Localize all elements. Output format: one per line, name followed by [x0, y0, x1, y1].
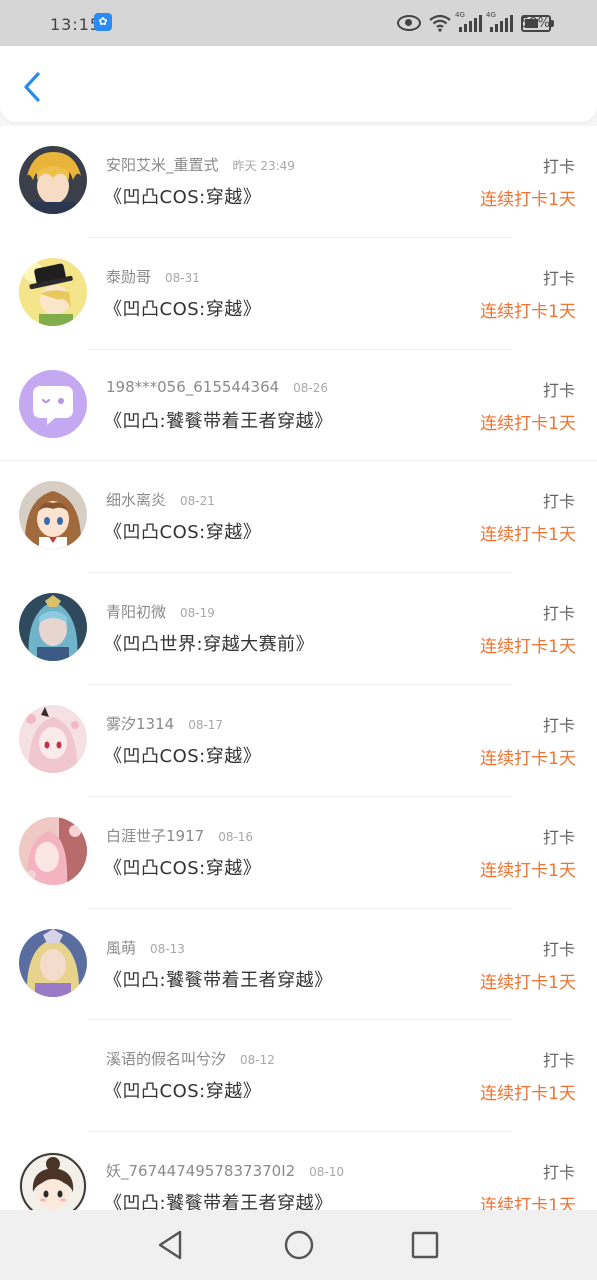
user-name: 青阳初微 08-19	[106, 603, 215, 622]
checkin-date: 08-12	[240, 1053, 275, 1068]
list-item[interactable]: 雾汐1314 08-17 《凹凸COS:穿越》 打卡 连续打卡1天	[0, 685, 597, 797]
checkin-label: 打卡	[542, 492, 575, 512]
status-bar: 13:15 ✿ 4G 4G 59%	[0, 0, 597, 46]
streak-label: 连续打卡1天	[480, 190, 576, 210]
checkin-date: 08-31	[165, 270, 200, 285]
checkin-label: 打卡	[542, 1163, 575, 1183]
list-item[interactable]: 白涯世子1917 08-16 《凹凸COS:穿越》 打卡 连续打卡1天	[0, 797, 597, 909]
avatar[interactable]	[19, 816, 87, 885]
work-title[interactable]: 《凹凸COS:穿越》	[104, 854, 261, 880]
streak-label: 连续打卡1天	[480, 1196, 576, 1210]
checkin-label: 打卡	[542, 157, 575, 176]
checkin-label: 打卡	[542, 380, 575, 400]
avatar[interactable]	[19, 146, 87, 214]
page-header	[0, 46, 597, 122]
app-notification-icon: ✿	[94, 13, 112, 31]
circle-home-icon[interactable]	[282, 1228, 316, 1262]
work-title[interactable]: 《凹凸世界:穿越大赛前》	[104, 630, 314, 656]
user-name: 溪语的假名叫兮汐 08-12	[106, 1050, 275, 1069]
checkin-label: 打卡	[542, 939, 575, 959]
avatar[interactable]	[19, 257, 87, 326]
checkin-date: 昨天 23:49	[232, 159, 295, 173]
checkin-date: 08-16	[218, 829, 254, 844]
user-name: 安阳艾米_重置式 昨天 23:49	[106, 156, 295, 174]
list-item[interactable]: 妖_7674474957837370I2 08-10 《凹凸:饕餮带着王者穿越》 …	[0, 1132, 597, 1210]
list-item[interactable]: 198***056_615544364 08-26 《凹凸:饕餮带着王者穿越》 打…	[0, 350, 597, 462]
list-item[interactable]: 泰勋哥 08-31 《凹凸COS:穿越》 打卡 连续打卡1天	[0, 238, 597, 350]
checkin-label: 打卡	[542, 604, 575, 624]
battery-percent: 59%	[521, 16, 550, 31]
avatar[interactable]	[19, 704, 87, 773]
eye-comfort-icon	[397, 15, 421, 31]
system-nav-bar	[0, 1210, 597, 1280]
square-recents-icon[interactable]	[408, 1228, 442, 1262]
signal-icon-1: 4G	[455, 11, 482, 32]
work-title[interactable]: 《凹凸:饕餮带着王者穿越》	[104, 966, 333, 992]
network-type-label: 4G	[486, 11, 496, 19]
checkin-date: 08-26	[293, 380, 329, 395]
streak-label: 连续打卡1天	[480, 525, 576, 546]
avatar[interactable]	[19, 1152, 87, 1210]
list-item[interactable]: 風萌 08-13 《凹凸:饕餮带着王者穿越》 打卡 连续打卡1天	[0, 909, 597, 1021]
wifi-icon	[429, 14, 451, 32]
streak-label: 连续打卡1天	[480, 637, 576, 658]
list-item[interactable]: 细水离炎 08-21 《凹凸COS:穿越》 打卡 连续打卡1天	[0, 461, 597, 574]
checkin-label: 打卡	[542, 827, 575, 847]
work-title[interactable]: 《凹凸:饕餮带着王者穿越》	[104, 1189, 333, 1210]
streak-label: 连续打卡1天	[480, 413, 576, 434]
checkin-date: 08-17	[188, 717, 224, 732]
checkin-label: 打卡	[542, 268, 575, 288]
user-name: 雾汐1314 08-17	[106, 714, 224, 733]
work-title[interactable]: 《凹凸COS:穿越》	[104, 1077, 261, 1103]
avatar[interactable]	[19, 928, 87, 997]
streak-label: 连续打卡1天	[480, 972, 576, 993]
checkin-date: 08-21	[180, 494, 215, 509]
list-item[interactable]: 溪语的假名叫兮汐 08-12 《凹凸COS:穿越》 打卡 连续打卡1天	[0, 1020, 597, 1133]
work-title[interactable]: 《凹凸COS:穿越》	[104, 183, 261, 209]
avatar[interactable]	[19, 481, 87, 550]
list-item[interactable]: 安阳艾米_重置式 昨天 23:49 《凹凸COS:穿越》 打卡 连续打卡1天	[0, 126, 597, 238]
checkin-label: 打卡	[542, 715, 575, 735]
user-name: 白涯世子1917 08-16	[106, 826, 254, 845]
user-name: 妖_7674474957837370I2 08-10	[106, 1162, 345, 1181]
checkin-label: 打卡	[542, 1051, 575, 1071]
list-item[interactable]: 青阳初微 08-19 《凹凸世界:穿越大赛前》 打卡 连续打卡1天	[0, 573, 597, 685]
streak-label: 连续打卡1天	[480, 301, 576, 322]
checkin-date: 08-13	[150, 941, 185, 956]
network-type-label: 4G	[455, 11, 465, 19]
chevron-left-icon[interactable]	[18, 70, 46, 104]
checkin-date: 08-19	[180, 606, 215, 621]
user-name: 198***056_615544364 08-26	[106, 377, 329, 396]
work-title[interactable]: 《凹凸:饕餮带着王者穿越》	[104, 407, 333, 433]
checkin-list: 安阳艾米_重置式 昨天 23:49 《凹凸COS:穿越》 打卡 连续打卡1天 泰勋…	[0, 126, 597, 1210]
chat-bubble-icon[interactable]	[19, 369, 87, 438]
user-name: 風萌 08-13	[106, 938, 185, 957]
streak-label: 连续打卡1天	[480, 860, 576, 881]
user-name: 泰勋哥 08-31	[106, 267, 200, 286]
signal-icon-2: 4G	[486, 11, 513, 32]
checkin-date: 08-10	[309, 1165, 345, 1180]
work-title[interactable]: 《凹凸COS:穿越》	[104, 518, 261, 544]
work-title[interactable]: 《凹凸COS:穿越》	[104, 295, 261, 321]
avatar[interactable]	[19, 593, 87, 662]
triangle-back-icon[interactable]	[154, 1228, 188, 1262]
streak-label: 连续打卡1天	[480, 748, 576, 769]
streak-label: 连续打卡1天	[480, 1084, 576, 1105]
work-title[interactable]: 《凹凸COS:穿越》	[104, 742, 261, 768]
user-name: 细水离炎 08-21	[106, 491, 215, 510]
